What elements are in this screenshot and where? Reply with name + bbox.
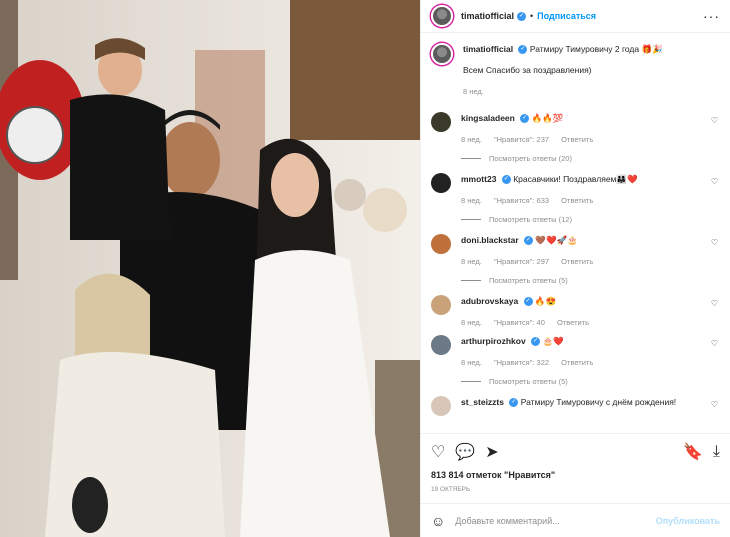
comment-item: kingsaladeen ✓ 🔥🔥💯 8 нед. "Нравится": 23… [431, 112, 720, 163]
comment-text: Ратмиру Тимуровичу с днём рождения! [520, 397, 677, 407]
replies-divider [461, 280, 481, 281]
comment-time[interactable]: 8 нед. [461, 196, 482, 205]
post-date: 19 октябрь [431, 486, 471, 493]
comments-list[interactable]: timatiofficial ✓ Ратмиру Тимуровичу 2 го… [421, 33, 730, 433]
comment-bubble-icon[interactable]: 💬 [455, 442, 475, 462]
comment-time[interactable]: 8 нед. [461, 318, 482, 327]
comment-likes[interactable]: "Нравится": 40 [494, 318, 545, 327]
replies-divider [461, 219, 481, 220]
view-replies[interactable]: Посмотреть ответы (12) [461, 215, 720, 224]
replies-divider [461, 158, 481, 159]
comment-likes[interactable]: "Нравится": 322 [494, 358, 549, 367]
commenter-username[interactable]: kingsaladeen [461, 113, 515, 123]
comment-text: 🔥😍 [534, 296, 557, 306]
publish-button[interactable]: Опубликовать [656, 516, 720, 526]
verified-icon: ✓ [524, 236, 534, 246]
comment-like-heart-icon[interactable]: ♡ [711, 116, 718, 125]
verified-icon: ✓ [517, 11, 527, 21]
verified-icon: ✓ [518, 45, 528, 55]
comment-input[interactable]: Добавьте комментарий... [455, 516, 655, 526]
comment-like-heart-icon[interactable]: ♡ [711, 177, 718, 186]
add-comment-bar: ☺ Добавьте комментарий... Опубликовать [421, 503, 730, 537]
commenter-username[interactable]: arthurpirozhkov [461, 336, 526, 346]
commenter-username[interactable]: st_steizzts [461, 397, 504, 407]
comment-like-heart-icon[interactable]: ♡ [711, 299, 718, 308]
caption-text: Ратмиру Тимуровичу 2 года 🎁🎉 [529, 44, 663, 54]
download-icon[interactable]: ⤓ [713, 443, 720, 461]
comment-like-heart-icon[interactable]: ♡ [711, 339, 718, 348]
post-header: timatiofficial ✓ • Подписаться ··· [421, 0, 730, 33]
view-replies-label[interactable]: Посмотреть ответы (20) [489, 154, 572, 163]
author-username[interactable]: timatiofficial [461, 11, 514, 21]
verified-icon: ✓ [509, 398, 519, 408]
comment-item: doni.blackstar ✓ 🤎❤️🚀🎂 8 нед. "Нравится"… [431, 234, 720, 285]
comment-like-heart-icon[interactable]: ♡ [711, 400, 718, 409]
comment-item: arthurpirozhkov ✓ 🎂❤️ 8 нед. "Нравится":… [431, 335, 720, 386]
verified-icon: ✓ [501, 175, 511, 185]
replies-divider [461, 381, 481, 382]
view-replies[interactable]: Посмотреть ответы (5) [461, 276, 720, 285]
caption-username[interactable]: timatiofficial [463, 44, 513, 54]
follow-button[interactable]: Подписаться [537, 11, 596, 21]
comment-likes[interactable]: "Нравится": 237 [494, 135, 549, 144]
emoji-icon[interactable]: ☺ [431, 513, 445, 529]
view-replies-label[interactable]: Посмотреть ответы (12) [489, 215, 572, 224]
verified-icon: ✓ [523, 297, 533, 307]
reply-button[interactable]: Ответить [561, 358, 593, 367]
comment-text: Красавчики! Поздравляем👨‍👩‍👧❤️ [513, 174, 638, 184]
post-sidebar: timatiofficial ✓ • Подписаться ··· timat… [420, 0, 730, 537]
comment-item: st_steizzts ✓ Ратмиру Тимуровичу с днём … [431, 396, 720, 430]
likes-count[interactable]: 813 814 отметок "Нравится" [431, 470, 720, 480]
commenter-avatar[interactable] [431, 295, 451, 315]
reply-button[interactable]: Ответить [561, 135, 593, 144]
commenter-username[interactable]: doni.blackstar [461, 235, 519, 245]
view-replies[interactable]: Посмотреть ответы (5) [461, 377, 720, 386]
bookmark-icon[interactable]: 🔖 [683, 442, 703, 462]
reply-button[interactable]: Ответить [561, 257, 593, 266]
like-heart-icon[interactable]: ♡ [431, 442, 445, 462]
commenter-avatar[interactable] [431, 335, 451, 355]
comment-likes[interactable]: "Нравится": 633 [494, 196, 549, 205]
more-options-icon[interactable]: ··· [703, 8, 720, 24]
comment-item: adubrovskaya ✓ 🔥😍 8 нед. "Нравится": 40 … [431, 295, 720, 329]
comment-like-heart-icon[interactable]: ♡ [711, 238, 718, 247]
reply-button[interactable]: Ответить [557, 318, 589, 327]
post-photo[interactable] [0, 0, 420, 537]
caption-time[interactable]: 8 нед. [463, 87, 484, 96]
commenter-username[interactable]: adubrovskaya [461, 296, 518, 306]
commenter-avatar[interactable] [431, 234, 451, 254]
caption-avatar[interactable] [431, 43, 453, 65]
comment-item: mmott23 ✓ Красавчики! Поздравляем👨‍👩‍👧❤️… [431, 173, 720, 224]
verified-icon: ✓ [531, 337, 541, 347]
comment-time[interactable]: 8 нед. [461, 257, 482, 266]
post-caption: timatiofficial ✓ Ратмиру Тимуровичу 2 го… [431, 43, 720, 98]
view-replies-label[interactable]: Посмотреть ответы (5) [489, 276, 568, 285]
commenter-username[interactable]: mmott23 [461, 174, 496, 184]
comment-text: 🔥🔥💯 [531, 113, 564, 123]
comment-text: 🎂❤️ [542, 336, 564, 346]
family-photo-illustration [0, 0, 420, 537]
author-avatar[interactable] [431, 5, 453, 27]
share-paper-plane-icon[interactable]: ➤ [485, 442, 498, 462]
comment-likes[interactable]: "Нравится": 297 [494, 257, 549, 266]
commenter-avatar[interactable] [431, 173, 451, 193]
view-replies-label[interactable]: Посмотреть ответы (5) [489, 377, 568, 386]
commenter-avatar[interactable] [431, 112, 451, 132]
comment-text: 🤎❤️🚀🎂 [535, 235, 578, 245]
reply-button[interactable]: Ответить [561, 196, 593, 205]
comment-time[interactable]: 8 нед. [461, 358, 482, 367]
commenter-avatar[interactable] [431, 396, 451, 416]
verified-icon: ✓ [520, 114, 530, 124]
view-replies[interactable]: Посмотреть ответы (20) [461, 154, 720, 163]
comment-time[interactable]: 8 нед. [461, 135, 482, 144]
separator-dot: • [530, 11, 534, 21]
caption-line2: Всем Спасибо за поздравления) [463, 65, 592, 75]
